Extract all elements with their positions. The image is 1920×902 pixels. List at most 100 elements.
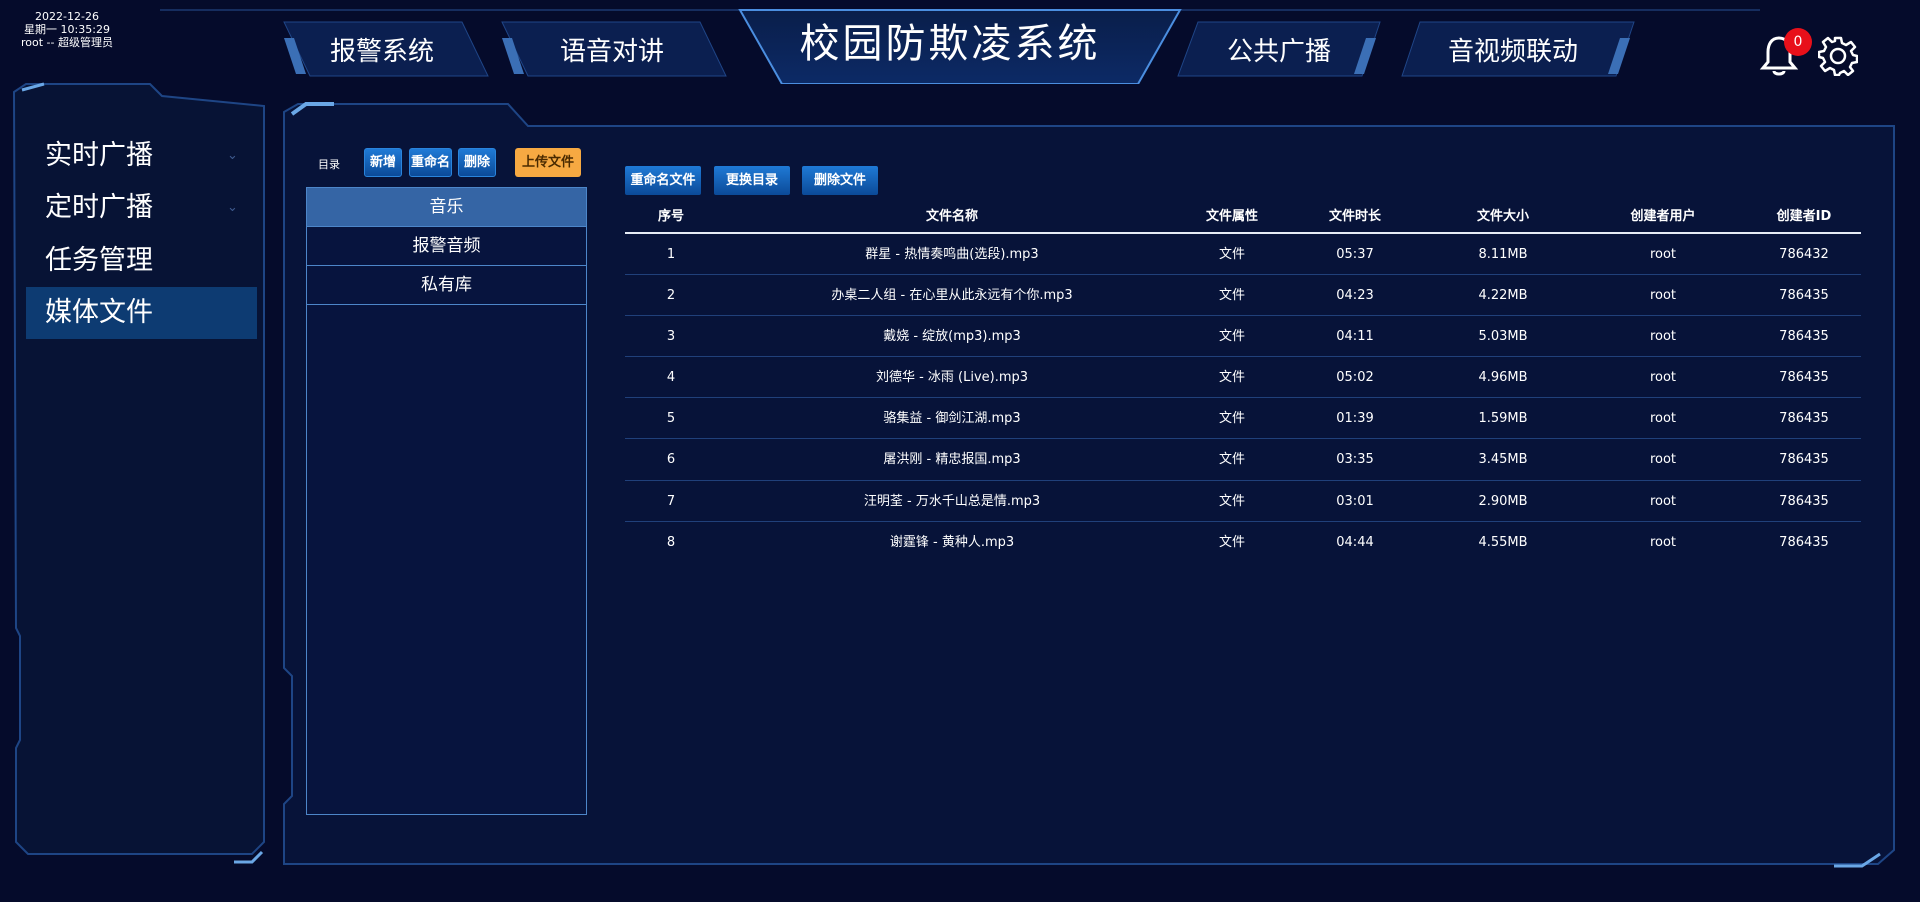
cell-creator-id: 786435 [1779, 452, 1829, 468]
column-header-index: 序号 [657, 209, 685, 224]
cell-size: 8.11MB [1478, 247, 1528, 262]
table-row[interactable]: 3 戴娆 - 绽放(mp3).mp3 文件 04:11 5.03MB root 786435 [625, 316, 1861, 358]
current-time: 星期一 10:35:29 [24, 23, 110, 36]
cell-duration: 04:44 [1336, 534, 1374, 550]
cell-creator: root [1649, 534, 1677, 550]
rename-file-button[interactable]: 重命名文件 [625, 166, 701, 195]
add-directory-button[interactable]: 新增 [364, 148, 402, 177]
cell-creator-id: 786435 [1779, 493, 1829, 509]
cell-size: 4.96MB [1478, 370, 1528, 386]
cell-file-name: 刘德华 - 冰雨 (Live).mp3 [875, 370, 1029, 386]
cell-type: 文件 [1218, 534, 1246, 550]
cell-creator: root [1649, 247, 1677, 262]
chevron-down-icon: ⌄ [227, 148, 238, 163]
current-user: root -- 超级管理员 [21, 36, 113, 49]
cell-file-name: 群星 - 热情奏鸣曲(选段).mp3 [865, 247, 1039, 262]
nav-tab-alarm-system[interactable]: 报警系统 [330, 36, 434, 68]
sidebar-item-task-management[interactable]: 任务管理 [26, 235, 257, 287]
cell-creator-id: 786435 [1779, 534, 1829, 550]
cell-index: 6 [666, 452, 676, 468]
nav-tab-public-broadcast[interactable]: 公共广播 [1227, 36, 1331, 68]
table-row[interactable]: 8 谢霆锋 - 黄种人.mp3 文件 04:44 4.55MB root 786435 [625, 522, 1861, 563]
cell-size: 4.55MB [1478, 534, 1528, 550]
column-header-duration: 文件时长 [1328, 209, 1382, 224]
cell-creator-id: 786435 [1779, 288, 1829, 304]
cell-file-name: 戴娆 - 绽放(mp3).mp3 [883, 329, 1021, 345]
cell-creator: root [1649, 329, 1677, 345]
sidebar-item-realtime-broadcast[interactable]: 实时广播 ⌄ [26, 130, 257, 182]
sidebar-item-media-files[interactable]: 媒体文件 [26, 287, 257, 339]
cell-creator-id: 786435 [1779, 329, 1829, 345]
cell-duration: 05:02 [1336, 370, 1374, 386]
cell-type: 文件 [1218, 493, 1246, 509]
sidebar-item-label: 实时广播 [45, 140, 153, 171]
page-title: 校园防欺凌系统 [799, 21, 1101, 67]
cell-type: 文件 [1218, 411, 1246, 427]
cell-creator-id: 786435 [1779, 411, 1829, 427]
directory-item-private-library[interactable]: 私有库 [307, 266, 586, 305]
cell-file-name: 屠洪刚 - 精忠报国.mp3 [883, 452, 1021, 468]
cell-duration: 03:01 [1336, 493, 1374, 509]
cell-index: 7 [666, 493, 676, 509]
cell-creator: root [1649, 370, 1677, 386]
table-row[interactable]: 7 汪明荃 - 万水千山总是情.mp3 文件 03:01 2.90MB root 78643… [625, 481, 1861, 522]
cell-size: 2.90MB [1478, 493, 1528, 509]
table-row[interactable]: 1 群星 - 热情奏鸣曲(选段).mp3 文件 05:37 8.11MB root 7864… [625, 234, 1861, 276]
cell-file-name: 谢霆锋 - 黄种人.mp3 [889, 534, 1015, 550]
table-row[interactable]: 6 屠洪刚 - 精忠报国.mp3 文件 03:35 3.45MB root 786435 [625, 439, 1861, 481]
column-header-creator: 创建者用户 [1630, 209, 1696, 224]
column-header-name: 文件名称 [925, 209, 979, 224]
column-header-creator-id: 创建者ID [1776, 209, 1832, 224]
header-bar: 2022-12-26 星期一 10:35:29 root -- 超级管理员 报警… [0, 0, 1920, 84]
directory-list: 音乐 报警音频 私有库 [306, 187, 587, 815]
table-row[interactable]: 5 骆集益 - 御剑江湖.mp3 文件 01:39 1.59MB root 786435 [625, 398, 1861, 440]
table-row[interactable]: 4 刘德华 - 冰雨 (Live).mp3 文件 05:02 4.96MB root 786… [625, 357, 1861, 399]
cell-creator-id: 786435 [1779, 370, 1829, 386]
change-directory-button[interactable]: 更换目录 [714, 166, 790, 195]
cell-duration: 01:39 [1336, 411, 1374, 427]
sidebar-item-label: 任务管理 [45, 245, 153, 276]
table-row[interactable]: 2 办桌二人组 - 在心里从此永远有个你.mp3 文件 04:23 4.22MB root… [625, 275, 1861, 317]
sidebar-item-label: 定时广播 [45, 192, 153, 223]
cell-index: 3 [666, 329, 676, 345]
cell-creator: root [1649, 452, 1677, 468]
cell-file-name: 汪明荃 - 万水千山总是情.mp3 [863, 493, 1041, 509]
current-date: 2022-12-26 [35, 10, 99, 23]
directory-item-music[interactable]: 音乐 [307, 188, 586, 227]
gear-icon[interactable] [1818, 36, 1858, 76]
delete-directory-button[interactable]: 删除 [458, 148, 496, 177]
sidebar-item-label: 媒体文件 [45, 297, 153, 328]
cell-size: 4.22MB [1478, 288, 1528, 304]
sidebar-item-scheduled-broadcast[interactable]: 定时广播 ⌄ [26, 182, 257, 234]
cell-type: 文件 [1218, 370, 1246, 386]
cell-type: 文件 [1218, 288, 1246, 304]
cell-index: 2 [666, 288, 676, 304]
cell-size: 5.03MB [1478, 329, 1528, 345]
cell-duration: 04:11 [1336, 329, 1374, 345]
column-header-size: 文件大小 [1476, 209, 1530, 224]
cell-index: 8 [666, 534, 676, 550]
cell-creator: root [1649, 411, 1677, 427]
cell-creator: root [1649, 288, 1677, 304]
cell-duration: 04:23 [1336, 288, 1374, 304]
table-body: 1 群星 - 热情奏鸣曲(选段).mp3 文件 05:37 8.11MB root 7864… [625, 234, 1861, 563]
directory-item-alarm-audio[interactable]: 报警音频 [307, 227, 586, 266]
nav-tab-voice-intercom[interactable]: 语音对讲 [560, 36, 664, 68]
upload-file-button[interactable]: 上传文件 [515, 148, 581, 177]
table-header: 序号 文件名称 文件属性 文件时长 文件大小 创建者用户 创建者ID [625, 201, 1861, 234]
cell-type: 文件 [1218, 329, 1246, 345]
cell-index: 5 [666, 411, 676, 427]
directory-label: 目录 [318, 158, 340, 171]
cell-duration: 03:35 [1336, 452, 1374, 468]
cell-file-name: 骆集益 - 御剑江湖.mp3 [883, 411, 1021, 427]
file-table: 序号 文件名称 文件属性 文件时长 文件大小 创建者用户 创建者ID 1 群星 -… [625, 201, 1861, 563]
cell-type: 文件 [1218, 247, 1246, 262]
datetime-user-info: 2022-12-26 星期一 10:35:29 root -- 超级管理员 [0, 10, 134, 49]
rename-directory-button[interactable]: 重命名 [409, 148, 452, 177]
cell-duration: 05:37 [1336, 247, 1374, 262]
delete-file-button[interactable]: 删除文件 [802, 166, 878, 195]
cell-creator-id: 786432 [1779, 247, 1829, 262]
nav-tab-av-linkage[interactable]: 音视频联动 [1448, 36, 1578, 68]
cell-type: 文件 [1218, 452, 1246, 468]
notification-badge: 0 [1784, 28, 1812, 56]
